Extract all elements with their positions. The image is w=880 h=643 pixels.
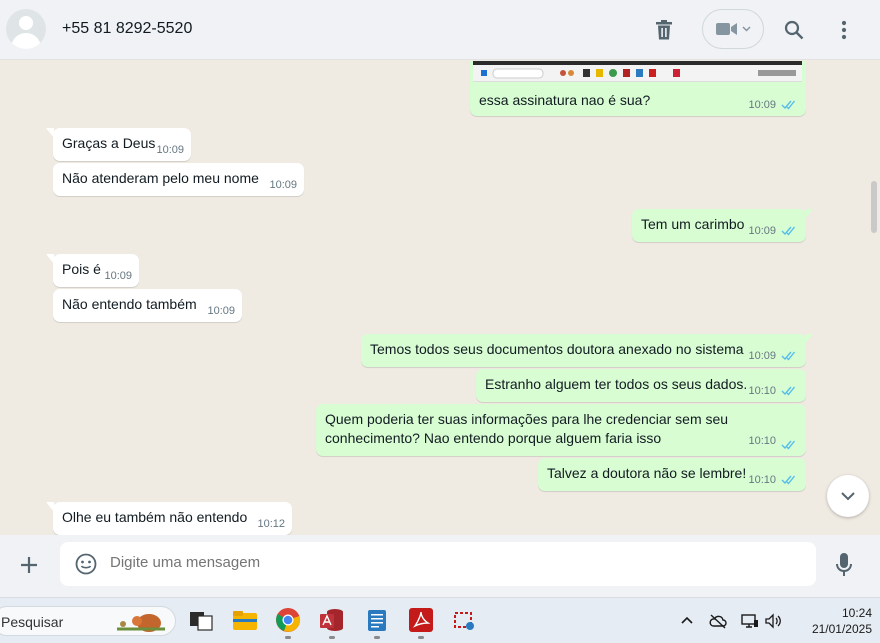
chevron-down-icon <box>741 26 751 32</box>
message-time: 10:09 <box>748 99 776 111</box>
video-icon <box>715 23 737 35</box>
os-taskbar: Pesquisar 10:24 21/01/2025 <box>0 597 880 643</box>
chat-area[interactable]: essa assinatura nao é sua? 10:09 Graças … <box>0 61 880 535</box>
message-text: Tem um carimbo <box>641 216 745 232</box>
image-thumbnail[interactable] <box>473 61 802 82</box>
message-time: 10:10 <box>748 474 776 486</box>
clock-time: 10:24 <box>841 606 872 620</box>
message-time: 10:09 <box>269 179 297 191</box>
composer-bar <box>0 535 880 597</box>
taskbar-search-label: Pesquisar <box>1 614 64 630</box>
message-bubble[interactable]: Estranho alguem ter todos os seus dados.… <box>476 369 806 402</box>
read-receipt-icon <box>781 475 796 485</box>
message-time: 10:09 <box>748 225 776 237</box>
running-indicator <box>285 636 291 639</box>
message-time: 10:09 <box>207 305 235 317</box>
message-bubble[interactable]: Talvez a doutora não se lembre! 10:10 <box>538 458 806 491</box>
file-explorer-icon[interactable] <box>232 607 258 633</box>
running-indicator <box>329 636 335 639</box>
acrobat-icon[interactable] <box>408 607 434 633</box>
message-bubble[interactable]: Não atenderam pelo meu nome 10:09 <box>53 163 304 196</box>
chevron-down-icon <box>841 492 855 501</box>
chat-header: +55 81 8292-5520 <box>0 0 880 60</box>
squirrel-icon <box>117 614 165 632</box>
read-receipt-icon <box>781 226 796 236</box>
message-text-line-1: Quem poderia ter suas informações para l… <box>325 411 729 427</box>
snipping-tool-icon[interactable] <box>452 607 478 633</box>
read-receipt-icon <box>781 386 796 396</box>
message-input-box[interactable] <box>60 542 816 586</box>
taskbar-search[interactable]: Pesquisar <box>0 606 176 636</box>
running-indicator <box>418 636 424 639</box>
trash-icon[interactable] <box>650 16 678 44</box>
message-text: Graças a Deus <box>62 135 156 151</box>
network-icon[interactable] <box>741 612 759 630</box>
message-bubble[interactable]: Olhe eu também não entendo 10:12 <box>46 502 292 535</box>
message-bubble[interactable]: Não entendo também 10:09 <box>53 289 242 322</box>
message-bubble[interactable]: Pois é 10:09 <box>46 254 139 287</box>
attach-plus-icon[interactable] <box>15 551 43 579</box>
task-view-icon[interactable] <box>188 607 214 633</box>
read-receipt-icon <box>781 440 796 450</box>
system-clock[interactable]: 10:24 21/01/2025 <box>790 605 872 637</box>
clock-date: 21/01/2025 <box>811 622 872 636</box>
message-text: Pois é <box>62 261 101 277</box>
emoji-icon[interactable] <box>74 552 98 576</box>
menu-icon[interactable] <box>830 16 858 44</box>
mic-icon[interactable] <box>832 551 856 579</box>
message-text: Temos todos seus documentos doutora anex… <box>370 341 744 357</box>
message-input[interactable] <box>110 554 790 571</box>
message-time: 10:10 <box>748 385 776 397</box>
message-time: 10:09 <box>748 350 776 362</box>
message-text: Estranho alguem ter todos os seus dados. <box>485 376 748 392</box>
cloud-offline-icon[interactable] <box>709 612 727 630</box>
message-bubble[interactable]: Tem um carimbo 10:09 <box>632 209 813 242</box>
running-indicator <box>374 636 380 639</box>
contact-name[interactable]: +55 81 8292-5520 <box>62 20 192 38</box>
volume-icon[interactable] <box>764 612 782 630</box>
message-text-line-2: conhecimento? Nao entendo porque alguem … <box>325 430 662 446</box>
notepad-icon[interactable] <box>364 607 390 633</box>
message-bubble[interactable]: Quem poderia ter suas informações para l… <box>316 404 806 456</box>
scroll-down-button[interactable] <box>827 475 869 517</box>
avatar-head <box>19 16 33 30</box>
message-bubble[interactable]: Graças a Deus 10:09 <box>46 128 191 161</box>
video-call-button[interactable] <box>702 9 764 49</box>
message-time: 10:09 <box>104 270 132 282</box>
message-text: Não entendo também <box>62 296 197 312</box>
message-text: Olhe eu também não entendo <box>62 509 248 525</box>
message-time: 10:09 <box>156 144 184 156</box>
message-text: Não atenderam pelo meu nome <box>62 170 259 186</box>
avatar[interactable] <box>6 9 46 49</box>
chat-scrollbar[interactable] <box>871 181 877 233</box>
message-bubble[interactable]: essa assinatura nao é sua? 10:09 <box>470 61 806 116</box>
message-time: 10:10 <box>748 435 776 447</box>
read-receipt-icon <box>781 100 796 110</box>
read-receipt-icon <box>781 351 796 361</box>
avatar-body <box>11 33 41 49</box>
chrome-icon[interactable] <box>275 607 301 633</box>
message-text: Talvez a doutora não se lembre! <box>547 465 747 481</box>
search-icon[interactable] <box>780 16 808 44</box>
message-text: essa assinatura nao é sua? <box>479 92 651 108</box>
chevron-up-icon[interactable] <box>678 612 696 630</box>
message-time: 10:12 <box>257 518 285 530</box>
taskbar-preview-icon <box>481 68 796 79</box>
message-bubble[interactable]: Temos todos seus documentos doutora anex… <box>361 334 813 367</box>
access-icon[interactable] <box>319 607 345 633</box>
